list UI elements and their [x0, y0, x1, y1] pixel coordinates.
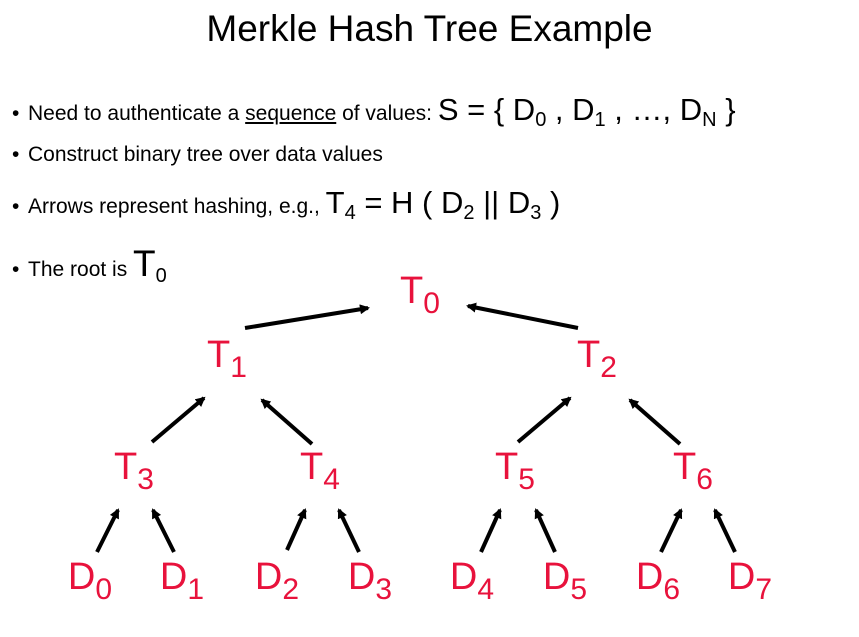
arrow-t1-to-t0 [244, 304, 370, 330]
arrow-d4-to-t5 [479, 508, 502, 553]
arrow-d0-to-t3 [95, 508, 120, 553]
arrow-t4-to-t1 [260, 398, 314, 446]
arrow-t2-to-t0 [466, 302, 579, 330]
tree-node-d2: D2 [254, 556, 300, 606]
tree-node-t3: T3 [114, 446, 154, 496]
arrow-t3-to-t1 [150, 396, 206, 444]
slide: Merkle Hash Tree Example • Need to authen… [0, 0, 859, 637]
tree-node-d4: D4 [449, 556, 495, 606]
tree-node-t4: T4 [300, 446, 340, 496]
tree-node-d1: D1 [159, 556, 205, 606]
tree-node-d3: D3 [347, 556, 393, 606]
arrow-d1-to-t3 [151, 508, 176, 553]
arrow-d2-to-t4 [285, 508, 307, 551]
tree-node-t2: T2 [577, 334, 617, 384]
arrow-d6-to-t6 [659, 508, 683, 553]
tree-node-d5: D5 [542, 556, 588, 606]
arrow-t6-to-t2 [628, 398, 682, 446]
arrow-t5-to-t2 [516, 396, 572, 444]
tree-node-t0: T0 [400, 270, 440, 320]
tree-node-d7: D7 [727, 556, 773, 606]
tree-node-t5: T5 [495, 446, 535, 496]
arrow-d5-to-t5 [534, 508, 557, 553]
tree-node-t6: T6 [673, 446, 713, 496]
arrow-d3-to-t4 [337, 508, 361, 553]
tree-node-t1: T1 [207, 334, 247, 384]
tree-node-d0: D0 [67, 556, 113, 606]
arrow-d7-to-t6 [713, 508, 737, 553]
tree-node-d6: D6 [635, 556, 681, 606]
